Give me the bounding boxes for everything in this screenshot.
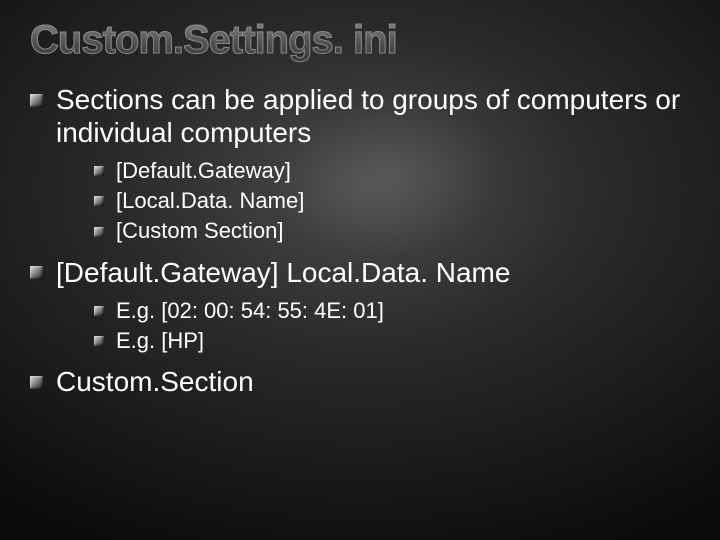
- list-item-text: E.g. [02: 00: 54: 55: 4E: 01]: [116, 298, 384, 323]
- list-item-text: [Default.Gateway] Local.Data. Name: [56, 257, 510, 288]
- list-item-text: [Custom Section]: [116, 218, 284, 243]
- list-item: [Default.Gateway]: [94, 157, 690, 185]
- bullet-list: Sections can be applied to groups of com…: [30, 83, 690, 398]
- list-item: [Custom Section]: [94, 217, 690, 245]
- list-item: Sections can be applied to groups of com…: [30, 83, 690, 246]
- list-item: E.g. [HP]: [94, 327, 690, 355]
- bullet-list-nested: [Default.Gateway] [Local.Data. Name] [Cu…: [94, 157, 690, 245]
- slide-title: Custom.Settings. ini: [30, 18, 690, 63]
- list-item-text: Sections can be applied to groups of com…: [56, 84, 680, 148]
- list-item-text: E.g. [HP]: [116, 328, 204, 353]
- slide-content: Custom.Settings. ini Sections can be app…: [0, 0, 720, 422]
- list-item-text: [Default.Gateway]: [116, 158, 291, 183]
- list-item-text: [Local.Data. Name]: [116, 188, 304, 213]
- list-item-text: Custom.Section: [56, 366, 254, 397]
- list-item: [Default.Gateway] Local.Data. Name E.g. …: [30, 256, 690, 355]
- list-item: [Local.Data. Name]: [94, 187, 690, 215]
- bullet-list-nested: E.g. [02: 00: 54: 55: 4E: 01] E.g. [HP]: [94, 297, 690, 355]
- list-item: E.g. [02: 00: 54: 55: 4E: 01]: [94, 297, 690, 325]
- list-item: Custom.Section: [30, 365, 690, 398]
